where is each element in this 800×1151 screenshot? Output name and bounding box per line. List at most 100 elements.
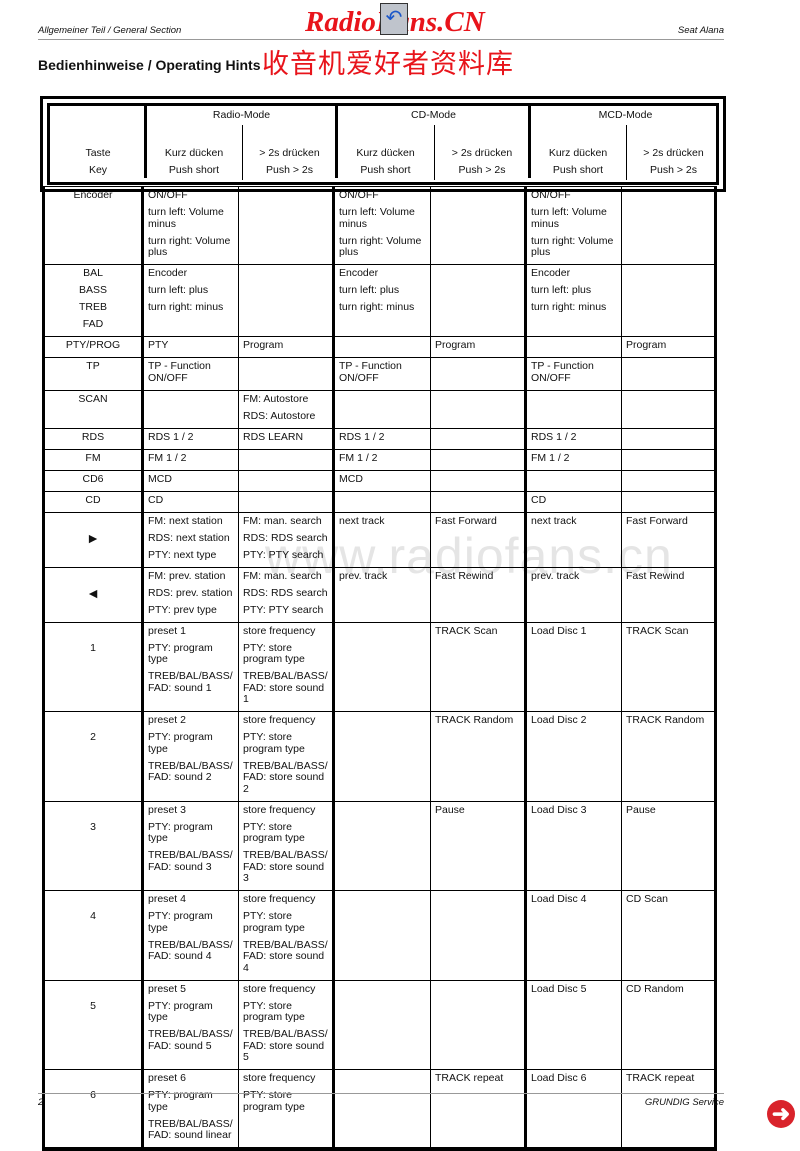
key-label: CD6 <box>82 472 104 485</box>
function-cell <box>141 389 239 429</box>
function-text: FM: man. search <box>243 569 322 582</box>
key-label: 4 <box>90 910 96 922</box>
function-text: TREB/BAL/BASS/ FAD: sound 5 <box>148 1028 233 1052</box>
function-text: Program <box>626 339 667 351</box>
arrow-right-circle-icon[interactable]: ➜ <box>767 1100 795 1128</box>
function-text: PTY: PTY search <box>243 603 324 616</box>
function-cell: FM: prev. station RDS: prev. station PTY: … <box>141 566 239 623</box>
function-text: FM: prev. station <box>148 569 226 582</box>
key-cell: BAL BASS TREB FAD <box>43 264 143 337</box>
key-header: Taste <box>85 147 111 159</box>
function-text: TP - Function ON/OFF <box>148 360 211 384</box>
function-text: preset 6 <box>148 1072 186 1084</box>
function-cell: Encoder turn left: plus turn right: minus <box>141 264 239 337</box>
function-cell: Pause <box>430 800 526 891</box>
sub-header: Kurz dücken <box>548 147 608 159</box>
table-row: CD CD CD <box>43 490 716 513</box>
function-cell <box>430 469 526 492</box>
function-cell: store frequency PTY: store program type TR… <box>238 890 334 981</box>
function-text: PTY: store program type <box>243 820 305 844</box>
table-row: 5 preset 5 PTY: program type TREB/BAL/BASS/… <box>43 979 716 1070</box>
function-text: turn right: minus <box>339 301 415 313</box>
key-label <box>45 516 141 528</box>
table-row: 3 preset 3 PTY: program type TREB/BAL/BASS/… <box>43 800 716 891</box>
key-cell: RDS <box>43 427 143 450</box>
function-cell: Load Disc 2 <box>524 711 622 802</box>
key-label <box>45 805 141 817</box>
function-cell: Load Disc 5 <box>524 979 622 1070</box>
function-cell: TP - Function ON/OFF <box>524 357 622 391</box>
function-text: RDS: RDS search <box>243 531 328 544</box>
table-row: TP TP - Function ON/OFF TP - Function ON/O… <box>43 357 716 391</box>
header-model: Seat Alana <box>677 25 724 36</box>
function-text: CD <box>148 493 164 506</box>
function-cell <box>332 800 431 891</box>
table-header: Taste Key Radio-Mode CD-Mode MCD-Mode Kurz dü… <box>40 96 726 192</box>
function-text: RDS 1 / 2 <box>531 430 577 443</box>
function-text: PTY <box>148 339 169 351</box>
function-text: RDS: prev. station <box>148 586 233 599</box>
function-cell: RDS LEARN <box>238 427 334 450</box>
back-arrow-icon[interactable]: ↶ <box>380 3 408 35</box>
function-text: TRACK Random <box>435 714 514 726</box>
function-text: Encoder <box>339 267 379 279</box>
function-cell: TRACK Random <box>430 711 526 802</box>
function-text: store frequency <box>243 982 316 995</box>
function-text: TRACK repeat <box>435 1072 504 1084</box>
key-cell: SCAN <box>43 389 143 429</box>
function-text: PTY: store program type <box>243 999 305 1023</box>
function-cell <box>332 389 431 429</box>
function-text: Load Disc 6 <box>531 1072 587 1084</box>
key-label: FM <box>85 451 101 464</box>
function-cell: store frequency PTY: store program type <box>238 1069 334 1150</box>
key-label: RDS <box>81 430 105 443</box>
function-cell: Load Disc 3 <box>524 800 622 891</box>
function-cell <box>332 621 431 712</box>
function-cell: CD Random <box>621 979 716 1070</box>
function-cell <box>332 336 431 358</box>
function-text: TRACK repeat <box>626 1072 695 1084</box>
function-cell: preset 5 PTY: program type TREB/BAL/BASS/ … <box>141 979 239 1070</box>
function-text: PTY: program type <box>148 731 213 755</box>
function-cell: PTY <box>141 336 239 358</box>
function-text: ON/OFF <box>531 189 571 201</box>
sub-header: > 2s drücken <box>451 147 513 159</box>
function-cell: Fast Rewind <box>430 566 526 623</box>
function-cell: Fast Forward <box>430 511 526 568</box>
function-cell <box>332 1069 431 1150</box>
table-row: 1 preset 1 PTY: program type TREB/BAL/BASS/… <box>43 621 716 712</box>
function-text: PTY: store program type <box>243 641 305 665</box>
function-cell <box>332 490 431 513</box>
function-text: ON/OFF <box>339 189 379 201</box>
page-number: 2 <box>38 1097 44 1108</box>
sub-header: Push > 2s <box>266 164 313 176</box>
function-cell: TRACK Scan <box>430 621 526 712</box>
function-cell <box>621 186 716 265</box>
sub-header: Push > 2s <box>458 164 506 176</box>
function-cell: Program <box>238 336 334 358</box>
function-text: turn left: Volume minus <box>531 206 607 230</box>
function-text: turn right: Volume plus <box>531 234 614 258</box>
function-cell: FM: man. search RDS: RDS search PTY: PTY s… <box>238 511 334 568</box>
function-text: RDS LEARN <box>243 430 304 443</box>
table-row: ◄ FM: prev. station RDS: prev. station PTY:… <box>43 566 716 623</box>
function-cell: FM: Autostore RDS: Autostore <box>238 389 334 429</box>
function-cell: store frequency PTY: store program type TR… <box>238 711 334 802</box>
function-text: PTY: program type <box>148 641 213 665</box>
table-row: FM FM 1 / 2 FM 1 / 2 FM 1 / 2 <box>43 448 716 471</box>
key-cell: 1 <box>43 621 143 712</box>
function-cell <box>524 336 622 358</box>
function-text: PTY: store program type <box>243 731 305 755</box>
function-text: preset 2 <box>148 714 186 726</box>
key-label: SCAN <box>78 392 108 405</box>
function-text: ON/OFF <box>148 189 188 201</box>
key-label <box>45 626 141 638</box>
function-text: preset 5 <box>148 982 186 995</box>
function-text: TREB/BAL/BASS/ FAD: store sound 3 <box>243 849 328 884</box>
sub-header: Push > 2s <box>650 164 697 176</box>
function-text: turn right: Volume plus <box>339 234 422 258</box>
function-text: CD Random <box>626 982 684 995</box>
table-row: ► FM: next station RDS: next station PTY: n… <box>43 511 716 568</box>
table-row: RDS RDS 1 / 2 RDS LEARN RDS 1 / 2 RDS 1 / 2 <box>43 427 716 450</box>
function-text: TREB/BAL/BASS/ FAD: sound 4 <box>148 938 233 962</box>
